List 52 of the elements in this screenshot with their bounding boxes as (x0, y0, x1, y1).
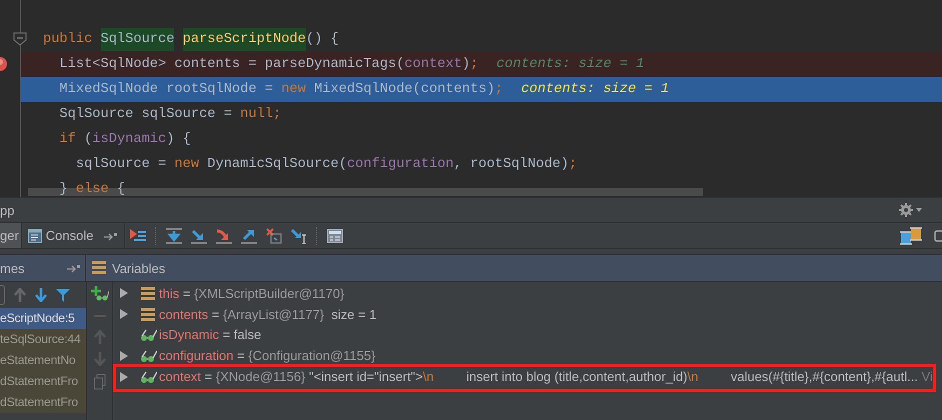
execution-point-icon[interactable] (130, 228, 146, 244)
glasses-icon (139, 369, 157, 384)
variable-value: context = {XNode@1156} "<insert id="insert">\n insert into blog (title,content,author_id)\n values(#{title},#{content},#{autl... Vi (159, 369, 933, 384)
code-line: List<SqlNode> contents = parseDynamicTags(context); (58, 57, 478, 72)
pin-icon (104, 230, 118, 240)
expand-icon[interactable] (120, 288, 128, 298)
stack-icon (141, 306, 155, 322)
fold-icon[interactable] (13, 32, 27, 46)
calculator-icon[interactable] (326, 228, 342, 244)
expand-icon[interactable] (120, 350, 128, 361)
drop-frame-icon[interactable] (266, 228, 282, 244)
stack-frame[interactable]: eStatementNo (0, 350, 86, 371)
arrow-down-icon[interactable] (35, 288, 47, 302)
pin-icon (67, 263, 81, 273)
stack-frame[interactable]: teSqlSource:44 (0, 329, 86, 350)
step-over-icon[interactable] (166, 228, 182, 244)
list-icon (92, 261, 106, 275)
panel-title: Variables (112, 260, 166, 276)
code-line: MixedSqlNode rootSqlNode = new MixedSqlNode(contents); (58, 82, 503, 97)
stack-frame[interactable]: dStatementFro (0, 371, 86, 392)
add-watch-icon[interactable] (90, 286, 108, 302)
tool-window-title: pp (0, 202, 14, 218)
code-line: } else { (58, 182, 126, 197)
code-line: sqlSource = new DynamicSqlSource(configuration, rootSqlNode); (74, 157, 577, 172)
step-out-icon[interactable] (240, 228, 256, 244)
console-icon (28, 228, 42, 242)
threads-icon[interactable] (900, 226, 922, 246)
stack-icon (141, 286, 155, 301)
inline-value: contents: size = 1 (521, 82, 669, 97)
expand-icon[interactable] (120, 309, 128, 320)
variable-value: contents = {ArrayList@1177} size = 1 (159, 306, 376, 322)
variable-value: this = {XMLScriptBuilder@1170} (159, 286, 344, 301)
stack-frame[interactable]: dStatementFro (0, 392, 86, 413)
breakpoint-icon[interactable] (0, 57, 7, 71)
glasses-icon (139, 348, 157, 364)
stack-frame[interactable]: eScriptNode:5 (0, 308, 86, 329)
glasses-icon (139, 327, 157, 342)
code-line: SqlSource sqlSource = null; (58, 107, 282, 122)
tab[interactable]: Console (22, 223, 124, 248)
inline-value: contents: size = 1 (496, 57, 644, 72)
force-step-into-icon[interactable] (216, 228, 232, 244)
variable-value: configuration = {Configuration@1155} (159, 348, 376, 364)
code-line: if (isDynamic) { (58, 132, 191, 147)
filter-icon[interactable] (56, 288, 70, 302)
gear-icon[interactable] (898, 202, 914, 218)
variable-value: isDynamic = false (159, 327, 262, 342)
panel-title: mes (0, 260, 25, 276)
step-into-icon[interactable] (190, 228, 206, 244)
expand-icon[interactable] (120, 372, 128, 382)
caret-icon (916, 208, 922, 212)
tab[interactable]: ger (0, 223, 22, 248)
run-to-cursor-icon[interactable] (290, 228, 306, 244)
